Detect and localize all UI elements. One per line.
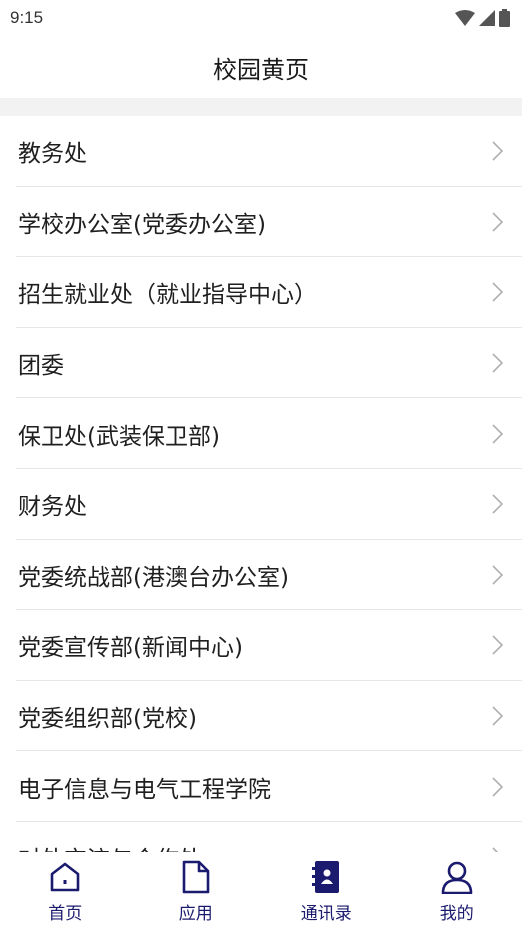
person-icon: [439, 858, 475, 896]
list-item[interactable]: 学校办公室(党委办公室): [0, 187, 522, 258]
cell-signal-icon: [479, 10, 495, 26]
list-item-label: 党委组织部(党校): [18, 706, 197, 733]
bottom-nav: 首页 应用 通讯录 我的: [0, 852, 522, 928]
chevron-right-icon: [492, 141, 504, 161]
list-item[interactable]: 党委统战部(港澳台办公室): [0, 540, 522, 611]
list-item-label: 教务处: [18, 141, 87, 168]
list-item-label: 财务处: [18, 494, 87, 521]
list-item[interactable]: 党委宣传部(新闻中心): [0, 610, 522, 681]
status-time: 9:15: [10, 8, 44, 27]
list-item-label: 党委宣传部(新闻中心): [18, 635, 243, 662]
nav-label-contacts: 通讯录: [300, 904, 352, 924]
nav-label-apps: 应用: [178, 904, 213, 924]
status-icons: [455, 9, 510, 27]
list-item[interactable]: 对外交流与合作处: [0, 822, 522, 852]
contacts-book-icon: [308, 858, 344, 896]
section-divider: [0, 98, 522, 116]
list-item[interactable]: 电子信息与电气工程学院: [0, 751, 522, 822]
list-item[interactable]: 教务处: [0, 116, 522, 187]
nav-label-profile: 我的: [439, 904, 474, 924]
list-item[interactable]: 招生就业处（就业指导中心）: [0, 257, 522, 328]
status-bar: 9:15: [0, 0, 522, 36]
nav-item-contacts[interactable]: 通讯录: [261, 852, 392, 928]
chevron-right-icon: [492, 565, 504, 585]
list-item[interactable]: 财务处: [0, 469, 522, 540]
home-icon: [47, 858, 83, 896]
chevron-right-icon: [492, 424, 504, 444]
list-item-label: 保卫处(武装保卫部): [18, 423, 220, 450]
list-item-label: 对外交流与合作处: [18, 840, 202, 852]
list-item-label: 团委: [18, 353, 64, 380]
title-bar: 校园黄页: [0, 36, 522, 98]
nav-label-home: 首页: [48, 904, 83, 924]
battery-icon: [499, 9, 510, 27]
list-item-label: 招生就业处（就业指导中心）: [18, 282, 317, 309]
wifi-icon: [455, 10, 475, 26]
chevron-right-icon: [492, 282, 504, 303]
nav-item-profile[interactable]: 我的: [392, 852, 522, 928]
chevron-right-icon: [492, 706, 504, 726]
list-item[interactable]: 保卫处(武装保卫部): [0, 398, 522, 469]
chevron-right-icon: [492, 353, 504, 373]
chevron-right-icon: [492, 212, 504, 232]
list-item-label: 学校办公室(党委办公室): [18, 211, 266, 238]
chevron-right-icon: [492, 494, 504, 514]
document-icon: [178, 858, 214, 896]
nav-item-home[interactable]: 首页: [0, 852, 131, 928]
chevron-right-icon: [492, 635, 504, 656]
nav-item-apps[interactable]: 应用: [131, 852, 262, 928]
list-item-label: 电子信息与电气工程学院: [18, 776, 271, 803]
directory-list: 教务处 学校办公室(党委办公室) 招生就业处（就业指导中心） 团委 保卫处(武装…: [0, 116, 522, 852]
chevron-right-icon: [492, 777, 504, 797]
list-item-label: 党委统战部(港澳台办公室): [18, 564, 289, 591]
page-title: 校园黄页: [213, 55, 309, 84]
list-item[interactable]: 团委: [0, 328, 522, 399]
list-item[interactable]: 党委组织部(党校): [0, 681, 522, 752]
